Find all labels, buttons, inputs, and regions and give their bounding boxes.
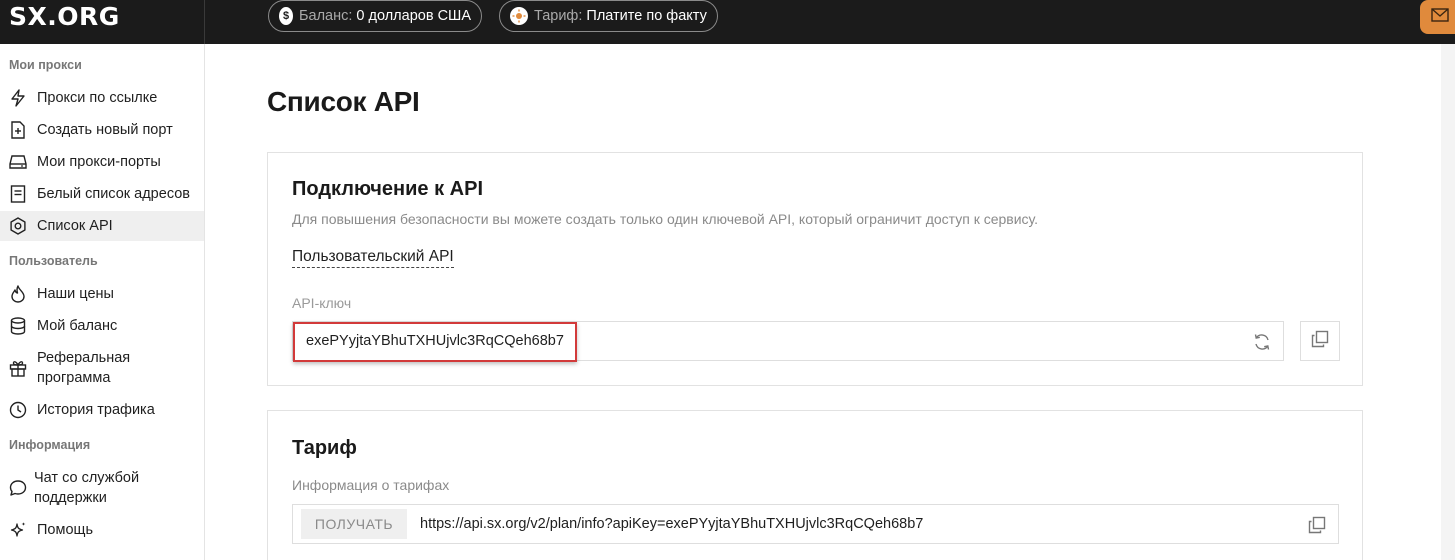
mail-button[interactable] (1420, 0, 1455, 34)
sidebar-item-label: Наши цены (37, 286, 114, 302)
section-title-my-proxies: Мои прокси (9, 58, 82, 72)
sidebar-item-referral[interactable]: Реферальная программа (0, 348, 204, 388)
sidebar-item-support-chat[interactable]: Чат со службой поддержки (0, 468, 204, 508)
sidebar-item-label: Мой баланс (37, 318, 118, 334)
api-key-value[interactable]: exePYyjtaYBhuTXHUjvlc3RqCQeh68b7 (306, 333, 564, 349)
balance-label: Баланс: (299, 8, 353, 24)
top-divider (204, 0, 205, 44)
sidebar-item-prices[interactable]: Наши цены (0, 284, 204, 304)
sun-icon (510, 7, 528, 25)
sidebar-item-label: Белый список адресов (37, 186, 190, 202)
section-title-info: Информация (9, 438, 91, 452)
sidebar-item-label: Список API (37, 218, 113, 234)
add-file-icon (9, 121, 27, 139)
tariff-label: Тариф: (534, 8, 583, 24)
page-scrollbar[interactable] (1441, 44, 1455, 560)
sidebar-item-help[interactable]: Помощь (0, 520, 204, 540)
tariff-endpoint-row: ПОЛУЧАТЬ https://api.sx.org/v2/plan/info… (292, 504, 1339, 544)
api-card-title: Подключение к API (292, 178, 483, 200)
sidebar-item-whitelist[interactable]: Белый список адресов (0, 184, 204, 204)
sidebar-item-label-line2: программа (37, 370, 111, 386)
gift-icon (9, 359, 27, 377)
tariff-value: Платите по факту (586, 8, 707, 24)
tariff-card-title: Тариф (292, 437, 357, 459)
section-title-user: Пользователь (9, 254, 98, 268)
sidebar-item-label: История трафика (37, 402, 155, 418)
mail-icon (1431, 7, 1449, 27)
sidebar-item-proxy-by-link[interactable]: Прокси по ссылке (0, 88, 204, 108)
sidebar-item-label-line1: Чат со службой (34, 470, 140, 486)
sidebar-item-api-list[interactable]: Список API (0, 211, 204, 241)
tariff-card: Тариф Информация о тарифах ПОЛУЧАТЬ http… (267, 410, 1363, 560)
sidebar-item-traffic-history[interactable]: История трафика (0, 400, 204, 420)
api-key-label: API-ключ (292, 295, 352, 311)
sidebar-item-create-port[interactable]: Создать новый порт (0, 120, 204, 140)
sidebar-item-label-line1: Реферальная (37, 350, 131, 366)
sidebar-item-label: Помощь (37, 522, 94, 538)
balance-value: 0 долларов США (356, 8, 471, 24)
list-icon (9, 185, 27, 203)
sidebar-item-label: Прокси по ссылке (37, 90, 158, 106)
tariff-endpoint-url[interactable]: https://api.sx.org/v2/plan/info?apiKey=e… (420, 516, 923, 532)
api-connection-card: Подключение к API Для повышения безопасн… (267, 152, 1363, 386)
top-bar: SX.ORG $ Баланс: 0 долларов США Тариф: П… (0, 0, 1455, 44)
server-icon (9, 153, 27, 171)
sparkle-icon (9, 521, 27, 539)
history-icon (9, 401, 27, 419)
lightning-icon (9, 89, 27, 107)
copy-key-button[interactable] (1300, 321, 1340, 361)
fire-icon (9, 285, 27, 303)
database-icon (9, 317, 27, 335)
copy-icon[interactable] (1306, 514, 1328, 536)
tariff-info-label: Информация о тарифах (292, 477, 450, 493)
api-key-field[interactable]: exePYyjtaYBhuTXHUjvlc3RqCQeh68b7 (292, 321, 1284, 362)
page-title: Список API (267, 86, 420, 117)
refresh-icon[interactable] (1251, 331, 1273, 353)
sidebar-item-label: Мои прокси-порты (37, 154, 161, 170)
copy-icon (1311, 330, 1329, 353)
sidebar-item-balance[interactable]: Мой баланс (0, 316, 204, 336)
sidebar-item-label: Создать новый порт (37, 122, 173, 138)
chat-icon (9, 479, 27, 497)
dollar-icon: $ (279, 7, 294, 25)
sidebar-item-label-line2: поддержки (34, 490, 107, 506)
logo[interactable]: SX.ORG (9, 2, 120, 32)
sidebar-item-label: Реферальная программа (37, 348, 130, 388)
balance-pill[interactable]: $ Баланс: 0 долларов США (268, 0, 482, 32)
sidebar-item-proxy-ports[interactable]: Мои прокси-порты (0, 152, 204, 172)
tariff-pill[interactable]: Тариф: Платите по факту (499, 0, 718, 32)
custom-api-toggle[interactable]: Пользовательский API (292, 248, 454, 268)
gear-icon (9, 217, 27, 235)
api-card-description: Для повышения безопасности вы можете соз… (292, 211, 1039, 227)
sidebar: Мои прокси Прокси по ссылке Создать новы… (0, 44, 205, 560)
http-method-badge: ПОЛУЧАТЬ (301, 509, 407, 539)
sidebar-item-label: Чат со службой поддержки (34, 468, 139, 508)
